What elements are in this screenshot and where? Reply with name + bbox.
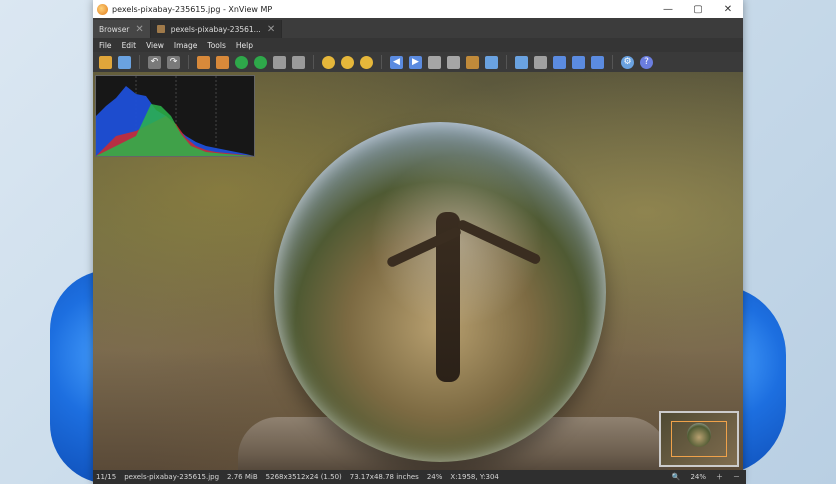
zoom-out-icon[interactable] xyxy=(360,55,373,69)
chart-icon[interactable] xyxy=(292,55,305,69)
resize-icon[interactable] xyxy=(515,55,528,69)
tab-bar: Browser ✕ pexels-pixabay-23561... ✕ xyxy=(93,18,743,38)
prev-icon[interactable]: ◀ xyxy=(390,55,403,69)
status-filesize: 2.76 MiB xyxy=(227,473,258,481)
save-icon[interactable] xyxy=(118,55,131,69)
next-icon[interactable] xyxy=(254,55,267,69)
status-right: 🔍 24% ＋ － xyxy=(672,472,746,482)
toolbar: ↶ ↷ ◀ ▶ ⚙ ? xyxy=(93,52,743,73)
minimap-selection[interactable] xyxy=(671,421,727,457)
refresh-icon[interactable] xyxy=(235,55,248,69)
zoom-in-icon[interactable]: ＋ xyxy=(716,472,723,482)
crop-icon[interactable] xyxy=(466,55,479,69)
status-coords: X:1958, Y:304 xyxy=(450,473,499,481)
scanner-icon[interactable] xyxy=(572,55,585,69)
zoom-in-icon[interactable] xyxy=(322,55,335,69)
adjust-icon[interactable] xyxy=(273,55,286,69)
minimize-button[interactable]: — xyxy=(653,0,683,18)
close-tab-icon[interactable]: ✕ xyxy=(135,24,143,35)
tab-image[interactable]: pexels-pixabay-23561... ✕ xyxy=(150,20,283,38)
status-inches: 73.17x48.78 inches xyxy=(349,473,419,481)
help-icon[interactable]: ? xyxy=(640,55,653,69)
window-title: pexels-pixabay-235615.jpg - XnView MP xyxy=(112,4,273,14)
rotate-right-icon[interactable] xyxy=(447,55,460,69)
menu-image[interactable]: Image xyxy=(174,41,198,50)
maximize-button[interactable]: ▢ xyxy=(683,0,713,18)
menu-view[interactable]: View xyxy=(146,41,164,50)
zoom-out-icon[interactable]: － xyxy=(733,472,740,482)
image-viewer[interactable] xyxy=(93,72,743,470)
zoom-fit-icon[interactable] xyxy=(341,55,354,69)
menu-tools[interactable]: Tools xyxy=(207,41,225,50)
status-index: 11/15 xyxy=(96,473,117,481)
zoom-icon[interactable]: 🔍 xyxy=(672,473,681,481)
tab-label: pexels-pixabay-23561... xyxy=(170,24,261,34)
histogram-panel xyxy=(95,75,255,157)
image-thumb-icon xyxy=(156,25,165,33)
title-bar: pexels-pixabay-235615.jpg - XnView MP — … xyxy=(93,0,743,18)
xnview-window: pexels-pixabay-235615.jpg - XnView MP — … xyxy=(93,0,746,484)
tree-branch xyxy=(456,218,542,266)
fullscreen-icon[interactable] xyxy=(197,55,210,69)
navigator-minimap[interactable] xyxy=(659,411,739,467)
histogram-chart xyxy=(96,76,254,156)
toolbar-separator xyxy=(313,55,314,69)
toolbar-separator xyxy=(188,55,189,69)
tab-browser[interactable]: Browser ✕ xyxy=(93,20,151,38)
redo-icon[interactable]: ↷ xyxy=(167,55,180,69)
crystal-ball xyxy=(274,122,606,462)
menu-edit[interactable]: Edit xyxy=(122,41,137,50)
xnview-app-icon xyxy=(97,3,108,15)
compare-icon[interactable] xyxy=(485,55,498,69)
rotate-left-icon[interactable] xyxy=(428,55,441,69)
status-filename: pexels-pixabay-235615.jpg xyxy=(124,473,220,481)
status-zoom: 24% xyxy=(426,473,443,481)
tab-label: Browser xyxy=(99,24,130,34)
slideshow-icon[interactable] xyxy=(216,55,229,69)
status-bar: 11/15 pexels-pixabay-235615.jpg 2.76 MiB… xyxy=(93,470,746,484)
toolbar-separator xyxy=(612,55,613,69)
close-button[interactable]: ✕ xyxy=(713,0,743,18)
menu-file[interactable]: File xyxy=(99,41,112,50)
status-dimensions: 5268x3512x24 (1.50) xyxy=(265,473,342,481)
toolbar-separator xyxy=(139,55,140,69)
close-tab-icon[interactable]: ✕ xyxy=(267,24,275,35)
print-icon[interactable] xyxy=(553,55,566,69)
undo-icon[interactable]: ↶ xyxy=(148,55,161,69)
toolbar-separator xyxy=(381,55,382,69)
menu-bar: File Edit View Image Tools Help xyxy=(93,38,743,52)
status-zoom-right: 24% xyxy=(690,473,706,481)
settings-icon[interactable]: ⚙ xyxy=(621,55,634,69)
next-icon[interactable]: ▶ xyxy=(409,55,422,69)
tools-icon[interactable] xyxy=(534,55,547,69)
export-icon[interactable] xyxy=(591,55,604,69)
toolbar-separator xyxy=(506,55,507,69)
browser-icon[interactable] xyxy=(99,55,112,69)
menu-help[interactable]: Help xyxy=(236,41,253,50)
